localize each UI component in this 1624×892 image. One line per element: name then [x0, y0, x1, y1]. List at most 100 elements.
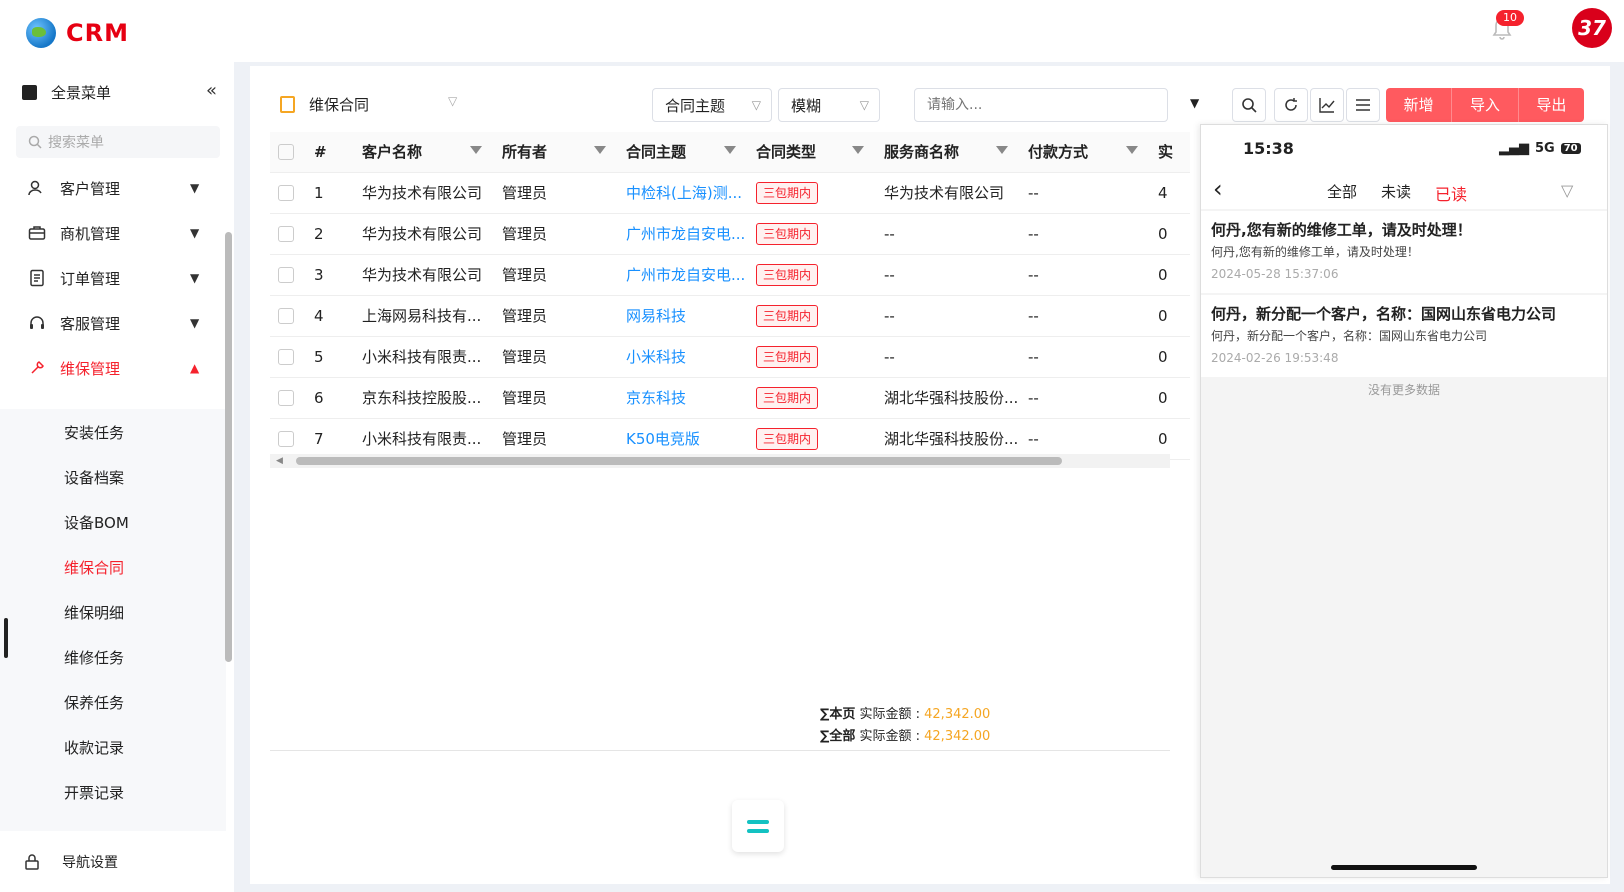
column-header-subject[interactable]: 合同主题 — [618, 132, 748, 173]
table-row[interactable]: 5 小米科技有限责... 管理员 小米科技 三包期内 -- -- 0 — [270, 336, 1190, 378]
row-select-td — [270, 172, 306, 214]
row-select[interactable] — [278, 267, 294, 283]
table-row[interactable]: 4 上海网易科技有... 管理员 网易科技 三包期内 -- -- 0 — [270, 295, 1190, 337]
chart-button[interactable] — [1310, 88, 1344, 122]
row-select[interactable] — [278, 349, 294, 365]
search-input[interactable] — [914, 88, 1168, 122]
scroll-left-icon[interactable]: ◀ — [276, 456, 283, 466]
collapse-icon[interactable]: « — [206, 80, 217, 101]
customer-cell-td: 京东科技控股股... — [354, 377, 494, 419]
filter-icon[interactable] — [470, 146, 482, 154]
tab-all[interactable]: 全部 — [1327, 181, 1357, 202]
submenu-item[interactable]: 设备BOM — [64, 503, 129, 543]
column-header: # — [306, 132, 354, 173]
sidebar-header[interactable]: 全景菜单 — [22, 82, 111, 103]
filter-icon[interactable] — [852, 146, 864, 154]
subject-link[interactable]: 广州市龙自安电... — [626, 225, 745, 243]
list-button[interactable] — [1346, 88, 1380, 122]
menu-search-input[interactable]: 搜索菜单 — [16, 126, 220, 158]
row-select-td — [270, 336, 306, 378]
submenu-item[interactable]: 保养任务 — [64, 683, 124, 723]
dropdown-caret-icon[interactable]: ▼ — [1190, 96, 1199, 110]
tab-unread[interactable]: 未读 — [1381, 181, 1411, 202]
sidebar-item-opportunity[interactable]: 商机管理 ▼ — [0, 213, 226, 253]
submenu-item[interactable]: 收款记录 — [64, 728, 124, 768]
subject-link[interactable]: 网易科技 — [626, 307, 686, 325]
filter-icon[interactable] — [594, 146, 606, 154]
table-row[interactable]: 6 京东科技控股股... 管理员 京东科技 三包期内 湖北华强科技股份... -- 0 — [270, 377, 1190, 419]
message-date: 2024-05-28 15:37:06 — [1211, 267, 1339, 281]
submenu-item[interactable]: 维修任务 — [64, 638, 124, 678]
submenu-item[interactable]: 开票记录 — [64, 773, 124, 813]
filter-icon[interactable]: ▽ — [1561, 181, 1573, 200]
checkbox[interactable] — [278, 144, 294, 161]
sidebar-item-label: 维保管理 — [60, 359, 121, 378]
add-button[interactable]: 新增 — [1386, 88, 1453, 122]
row-number: 3 — [314, 265, 324, 284]
sidebar-item-order[interactable]: 订单管理 ▼ — [0, 258, 226, 298]
search-button[interactable] — [1232, 88, 1266, 122]
chevron-down-icon[interactable]: ▽ — [448, 94, 457, 108]
column-header-actual[interactable]: 实 — [1150, 132, 1190, 173]
subject-link[interactable]: 广州市龙自安电... — [626, 266, 745, 284]
nav-setting-label: 导航设置 — [62, 855, 118, 871]
refresh-button[interactable] — [1274, 88, 1308, 122]
scrollbar-thumb[interactable] — [296, 457, 1062, 465]
floating-menu-button[interactable] — [732, 800, 784, 852]
column-header-provider[interactable]: 服务商名称 — [876, 132, 1020, 173]
sidebar-item-service[interactable]: 客服管理 ▼ — [0, 303, 226, 343]
sidebar-scrollbar[interactable] — [225, 232, 232, 662]
submenu-item[interactable]: 维保明细 — [64, 593, 124, 633]
submenu-item-active[interactable]: 维保合同 — [64, 548, 124, 588]
subject-link[interactable]: 小米科技 — [626, 348, 686, 366]
header-select-all[interactable] — [270, 132, 306, 173]
sidebar-item-maintenance[interactable]: 维保管理 ▲ — [0, 348, 226, 388]
column-header-type[interactable]: 合同类型 — [748, 132, 876, 173]
nav-setting-button[interactable]: 导航设置 — [24, 852, 118, 872]
filter-icon[interactable] — [1126, 146, 1138, 154]
row-select[interactable] — [278, 226, 294, 242]
export-button[interactable]: 导出 — [1518, 88, 1584, 122]
back-icon[interactable]: ‹ — [1213, 175, 1223, 203]
subject-link[interactable]: K50电竞版 — [626, 430, 700, 448]
contract-type-tag-td: 三包期内 — [748, 254, 876, 296]
avatar[interactable]: 37 — [1572, 8, 1612, 48]
owner-cell-td: 管理员 — [494, 295, 618, 337]
filter-icon[interactable] — [996, 146, 1008, 154]
row-select[interactable] — [278, 431, 294, 447]
column-header-payment[interactable]: 付款方式 — [1020, 132, 1150, 173]
active-indicator — [4, 618, 8, 658]
column-header-owner[interactable]: 所有者 — [494, 132, 618, 173]
message-card[interactable]: 何丹，新分配一个客户，名称：国网山东省电力公司 何丹，新分配一个客户，名称：国网… — [1201, 295, 1607, 377]
table-row[interactable]: 3 华为技术有限公司 管理员 广州市龙自安电... 三包期内 -- -- 0 — [270, 254, 1190, 296]
table-row[interactable]: 1 华为技术有限公司 管理员 中检科(上海)测... 三包期内 华为技术有限公司 -- 4 — [270, 172, 1190, 214]
filter-icon[interactable] — [724, 146, 736, 154]
view-selector[interactable]: 维保合同 — [280, 94, 369, 115]
message-body: 何丹，新分配一个客户，名称：国网山东省电力公司 — [1211, 329, 1488, 343]
row-select[interactable] — [278, 390, 294, 406]
submenu-item[interactable]: 安装任务 — [64, 413, 124, 453]
table-row[interactable]: 7 小米科技有限责... 管理员 K50电竞版 三包期内 湖北华强科技股份... -- 0 — [270, 418, 1190, 460]
sidebar-item-customer[interactable]: 客户管理 ▼ — [0, 168, 226, 208]
match-select[interactable]: 模糊 ▽ — [778, 88, 880, 122]
message-card[interactable]: 何丹,您有新的维修工单，请及时处理！ 何丹,您有新的维修工单，请及时处理！ 20… — [1201, 211, 1607, 293]
table-row[interactable]: 2 华为技术有限公司 管理员 广州市龙自安电... 三包期内 -- -- 0 — [270, 213, 1190, 255]
row-select[interactable] — [278, 185, 294, 201]
page-total-row: ∑本页 实际金额 : 42,342.00 — [820, 704, 990, 726]
column-header-customer[interactable]: 客户名称 — [354, 132, 494, 173]
field-select[interactable]: 合同主题 ▽ — [652, 88, 772, 122]
tab-read[interactable]: 已读 — [1435, 181, 1467, 205]
customer-cell-td: 小米科技有限责... — [354, 336, 494, 378]
submenu-item[interactable]: 设备档案 — [64, 458, 124, 498]
row-select[interactable] — [278, 308, 294, 324]
horizontal-scrollbar[interactable]: ◀ — [270, 454, 1170, 468]
contract-type-tag: 三包期内 — [756, 263, 819, 286]
app-logo[interactable]: CRM — [26, 18, 129, 48]
provider-cell-td: 湖北华强科技股份... — [876, 377, 1020, 419]
chevron-up-icon: ▲ — [190, 361, 200, 375]
payment-cell: -- — [1028, 429, 1039, 448]
subject-link[interactable]: 京东科技 — [626, 389, 686, 407]
import-button[interactable]: 导入 — [1452, 88, 1519, 122]
sidebar-item-label: 客户管理 — [60, 179, 121, 198]
subject-link[interactable]: 中检科(上海)测... — [626, 184, 742, 202]
